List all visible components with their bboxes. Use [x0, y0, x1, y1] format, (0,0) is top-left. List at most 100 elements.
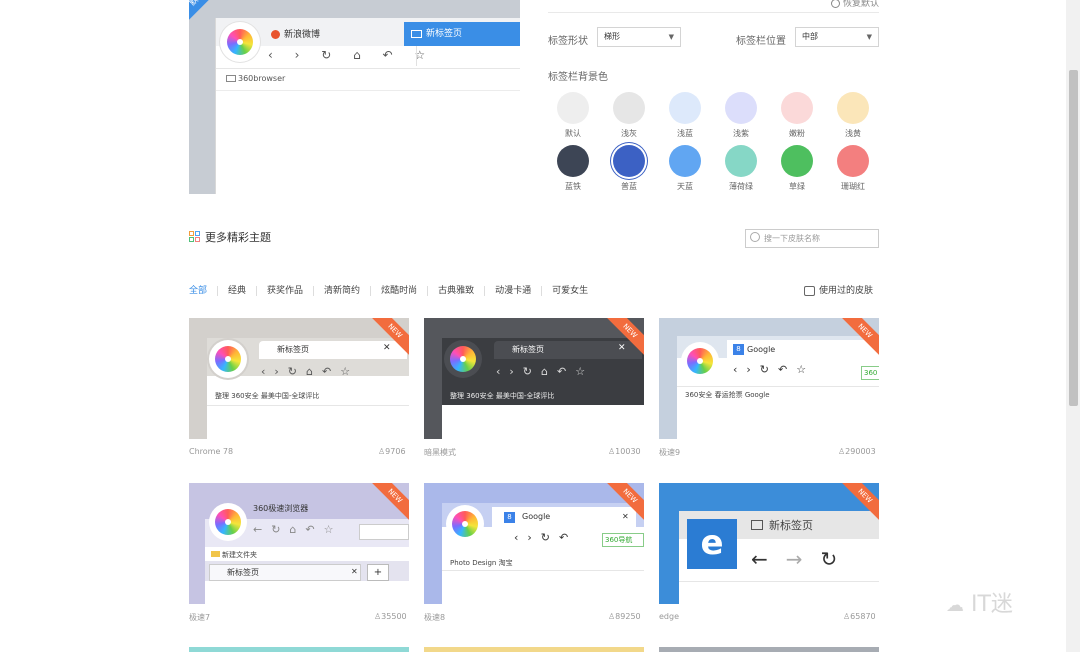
color-swatch-label: 嫩粉 — [789, 129, 805, 138]
tab-label: Google — [747, 345, 776, 354]
color-swatch[interactable] — [613, 145, 645, 177]
bookmark: 整理 — [215, 392, 229, 400]
watermark-text: IT迷 — [971, 592, 1013, 617]
search-placeholder: 搜一下皮肤名称 — [764, 234, 820, 243]
category-tab[interactable]: 清新简约 — [324, 283, 360, 296]
browser-logo — [444, 340, 482, 378]
theme-card[interactable]: 新标签页 ←→↻ e NEW — [659, 483, 879, 604]
theme-card[interactable]: 新标签页 ✕ ‹›↻⌂↶☆ 整理 360安全 最美中国-全球评比 NEW — [189, 318, 409, 439]
card-name: 极速7 — [189, 613, 211, 622]
tab-position-select[interactable]: 中部 ▼ — [795, 27, 879, 47]
bookmark: 360安全 — [466, 392, 494, 400]
color-swatch-label: 草绿 — [789, 182, 805, 191]
preview-nav-icons: ‹ › ↻ ⌂ ↶ ☆ — [268, 48, 435, 62]
divider — [256, 285, 258, 296]
card-count: 65870 — [850, 612, 876, 621]
new-badge: NEW — [367, 483, 409, 524]
color-swatch[interactable] — [669, 92, 701, 124]
color-swatch-label: 珊瑚红 — [841, 182, 865, 191]
card-name: 极速8 — [424, 613, 446, 622]
category-tab[interactable]: 动漫卡通 — [495, 283, 531, 296]
card-name: 极速9 — [659, 448, 681, 457]
used-skins-link[interactable]: 使用过的皮肤 — [804, 283, 873, 296]
divider — [427, 285, 429, 296]
bookmark: 淘宝 — [498, 559, 513, 567]
tab-shape-value: 梯形 — [604, 32, 620, 41]
tab-position-label: 标签栏位置 — [736, 36, 786, 47]
color-swatch[interactable] — [725, 145, 757, 177]
theme-card[interactable] — [189, 647, 409, 652]
tab-shape-select[interactable]: 梯形 ▼ — [597, 27, 681, 47]
bookmarks-bar: 新建文件夹 — [211, 550, 257, 560]
tab-label: 新标签页 — [227, 568, 259, 577]
bookmark: Design — [472, 559, 497, 567]
themes-icon — [189, 231, 201, 243]
color-swatch[interactable] — [557, 145, 589, 177]
tab-label: 新标签页 — [769, 519, 813, 532]
color-swatch[interactable] — [725, 92, 757, 124]
theme-card[interactable] — [659, 647, 879, 652]
scrollbar-thumb[interactable] — [1069, 70, 1078, 406]
color-swatch[interactable] — [837, 145, 869, 177]
new-tab-button: + — [367, 564, 389, 581]
card-count: 10030 — [615, 447, 641, 456]
close-icon: ✕ — [622, 512, 629, 521]
preview-tab-weibo-label: 新浪微博 — [284, 30, 321, 40]
bookmark: 最美中国-全球评比 — [260, 392, 320, 400]
bookmarks-bar: Photo Design 淘宝 — [450, 558, 513, 568]
shirt-icon — [804, 285, 815, 296]
theme-card[interactable]: 8 Google ‹›↻↶☆ 360 360安全 春运抢票 Google NEW — [659, 318, 879, 439]
category-tab[interactable]: 全部 — [189, 283, 207, 296]
category-tab[interactable]: 炫酷时尚 — [381, 283, 417, 296]
address-field: 360导航 — [602, 533, 644, 547]
card-users: ♙35500 — [374, 612, 407, 621]
preview-bookmark: 360browser — [226, 74, 285, 83]
divider — [313, 285, 315, 296]
divider — [548, 12, 879, 13]
browser-logo — [681, 342, 719, 380]
skin-search-input[interactable]: 搜一下皮肤名称 — [745, 229, 879, 248]
color-swatch[interactable] — [669, 145, 701, 177]
theme-card[interactable] — [424, 647, 644, 652]
watermark: ☁ IT迷 — [946, 586, 1013, 618]
divider — [217, 285, 219, 296]
category-tab[interactable]: 获奖作品 — [267, 283, 303, 296]
color-swatch[interactable] — [781, 145, 813, 177]
preview-tab-weibo: 新浪微博 — [268, 24, 398, 46]
bookmark: 360安全 — [231, 392, 259, 400]
category-tab[interactable]: 经典 — [228, 283, 246, 296]
card-users: ♙290003 — [838, 447, 876, 456]
divider — [216, 90, 520, 91]
divider — [216, 68, 520, 69]
address-text: 360 — [864, 369, 878, 377]
tab-shape-label: 标签形状 — [548, 36, 588, 47]
card-name: 暗黑模式 — [424, 448, 456, 457]
browser-logo — [446, 505, 484, 543]
color-swatch[interactable] — [557, 92, 589, 124]
preview-tab-newtab-label: 新标签页 — [426, 29, 463, 39]
color-swatch[interactable] — [781, 92, 813, 124]
theme-preview: 新浪微博 新标签页 ‹ › ↻ ⌂ ↶ ☆ 360browser 默认 — [189, 0, 520, 194]
card-name: edge — [659, 612, 679, 621]
color-swatch[interactable] — [613, 92, 645, 124]
color-swatch-label: 浅紫 — [733, 129, 749, 138]
card-name: Chrome 78 — [189, 447, 234, 456]
restore-default-radio[interactable]: 恢复默认 — [831, 0, 879, 9]
browser-logo — [209, 340, 247, 378]
preview-tab-newtab: 新标签页 — [404, 22, 520, 46]
bookmark: Photo — [450, 559, 470, 567]
card-count: 89250 — [615, 612, 641, 621]
window-title: 360极速浏览器 — [253, 504, 309, 513]
color-swatch-label: 浅蓝 — [677, 129, 693, 138]
theme-card[interactable]: 360极速浏览器 ←↻⌂↶☆ 新建文件夹 新标签页 ✕ + NEW — [189, 483, 409, 604]
color-swatch[interactable] — [837, 92, 869, 124]
divider — [370, 285, 372, 296]
category-tab[interactable]: 可爱女生 — [552, 283, 588, 296]
tab-label: 新标签页 — [277, 345, 309, 354]
address-field: 360 — [861, 366, 879, 380]
category-tab[interactable]: 古典雅致 — [438, 283, 474, 296]
color-swatch-label: 蓝铁 — [565, 182, 581, 191]
theme-card[interactable]: 8 Google ✕ ‹›↻↶ 360导航 Photo Design 淘宝 NE… — [424, 483, 644, 604]
theme-card[interactable]: 新标签页 ✕ ‹›↻⌂↶☆ 整理 360安全 最美中国-全球评比 NEW — [424, 318, 644, 439]
preview-window: 新浪微博 新标签页 ‹ › ↻ ⌂ ↶ ☆ 360browser — [215, 18, 520, 194]
